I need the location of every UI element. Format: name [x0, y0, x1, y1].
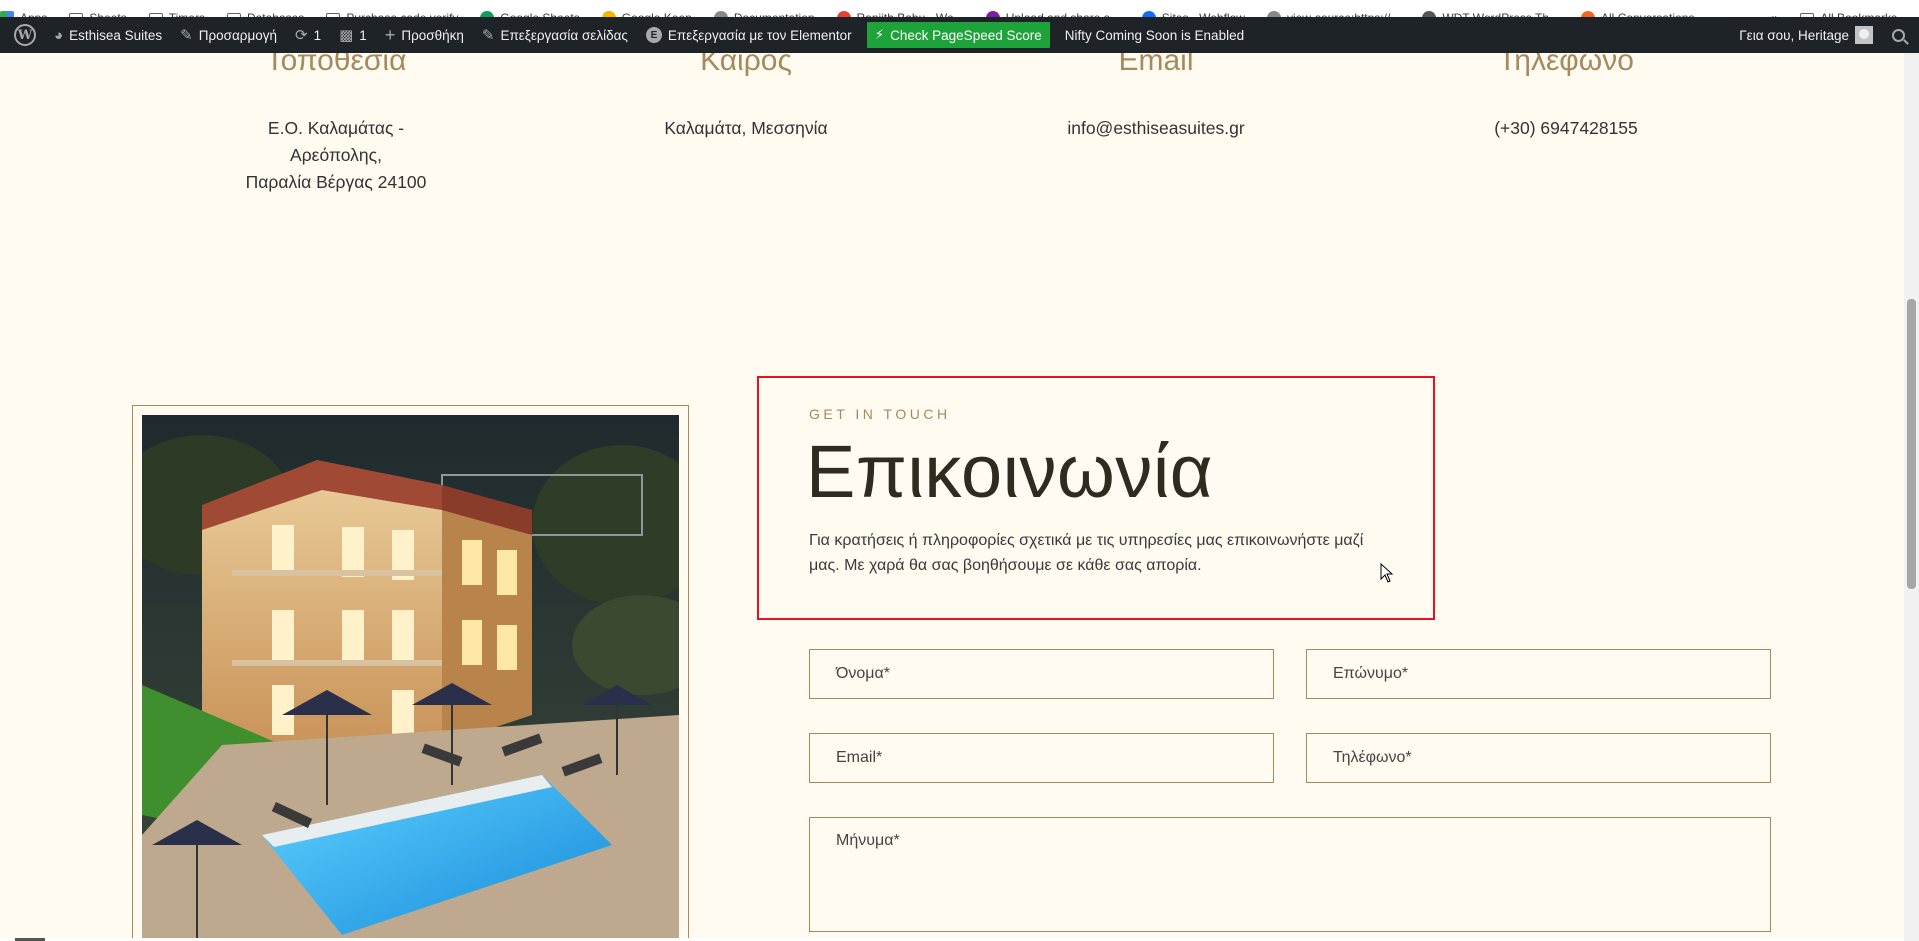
- info-line: Καλαμάτα, Μεσσηνία: [664, 118, 828, 138]
- info-title: Καιρός: [700, 53, 792, 77]
- info-title: Τοποθεσία: [265, 53, 407, 77]
- wordpress-menu[interactable]: W: [0, 17, 45, 53]
- bookmarks-bar: AppsSheetsTimersDatabasesPurchase code v…: [0, 0, 1919, 17]
- edit-page-label: Επεξεργασία σελίδας: [500, 27, 628, 43]
- email-field[interactable]: Email*: [809, 733, 1274, 783]
- email-placeholder: Email*: [836, 749, 883, 766]
- phone-placeholder: Τηλέφωνο*: [1333, 749, 1412, 766]
- message-placeholder: Μήνυμα*: [836, 832, 900, 849]
- phone-field[interactable]: Τηλέφωνο*: [1306, 733, 1771, 783]
- page-scrollbar[interactable]: [1904, 53, 1919, 941]
- last-name-field[interactable]: Επώνυμο*: [1306, 649, 1771, 699]
- pagespeed-button[interactable]: ⚡ Check PageSpeed Score: [866, 22, 1050, 48]
- new-content-link[interactable]: + Προσθήκη: [376, 17, 473, 53]
- greeting-label: Γεια σου, Heritage: [1739, 27, 1849, 43]
- lightning-icon: ⚡: [874, 27, 885, 42]
- last-name-placeholder: Επώνυμο*: [1333, 665, 1409, 682]
- customize-label: Προσαρμογή: [198, 27, 278, 43]
- comments-count: 1: [359, 27, 367, 43]
- info-weather: Καιρός Καλαμάτα, Μεσσηνία: [596, 53, 896, 142]
- edit-elementor-label: Επεξεργασία με τον Elementor: [667, 27, 852, 43]
- section-heading: Επικοινωνία: [806, 430, 1214, 513]
- nifty-status-label: Nifty Coming Soon is Enabled: [1064, 27, 1245, 43]
- hotel-night-photo: [142, 415, 679, 941]
- info-line: Αρεόπολης,: [290, 145, 382, 165]
- section-description: Για κρατήσεις ή πληροφορίες σχετικά με τ…: [809, 532, 1364, 574]
- avatar: [1855, 26, 1873, 44]
- comment-bubble-icon: ▩: [339, 26, 354, 44]
- pagespeed-label: Check PageSpeed Score: [890, 27, 1042, 43]
- info-location: Τοποθεσία Ε.Ο. Καλαμάτας - Αρεόπολης, Πα…: [186, 53, 486, 196]
- info-line: Παραλία Βέργας 24100: [245, 172, 427, 192]
- comments-link[interactable]: ▩ 1: [330, 17, 376, 53]
- pencil-icon: ✎: [481, 26, 495, 44]
- section-eyebrow: GET IN TOUCH: [809, 406, 951, 422]
- wp-admin-bar: W ◕ Esthisea Suites ✎ Προσαρμογή ⟳ 1 ▩ 1…: [0, 17, 1919, 53]
- site-name-label: Esthisea Suites: [69, 27, 163, 43]
- info-email: Email info@esthiseasuites.gr: [1006, 53, 1306, 142]
- nifty-status-link[interactable]: Nifty Coming Soon is Enabled: [1056, 17, 1253, 53]
- search-icon[interactable]: [1892, 28, 1905, 42]
- account-menu[interactable]: Γεια σου, Heritage: [1730, 17, 1882, 53]
- first-name-placeholder: Όνομα*: [836, 665, 890, 682]
- plus-icon: +: [384, 25, 396, 45]
- info-email-link[interactable]: info@esthiseasuites.gr: [1006, 115, 1306, 142]
- info-phone-link[interactable]: (+30) 6947428155: [1416, 115, 1716, 142]
- dashboard-icon: ◕: [54, 26, 64, 44]
- info-line: Ε.Ο. Καλαμάτας -: [267, 118, 405, 138]
- info-title: Τηλέφωνο: [1498, 53, 1634, 77]
- info-phone: Τηλέφωνο (+30) 6947428155: [1416, 53, 1716, 142]
- message-field[interactable]: Μήνυμα*: [809, 817, 1771, 932]
- info-title: Email: [1118, 53, 1194, 77]
- first-name-field[interactable]: Όνομα*: [809, 649, 1274, 699]
- scrollbar-thumb[interactable]: [1907, 299, 1916, 589]
- updates-link[interactable]: ⟳ 1: [286, 17, 330, 53]
- new-content-label: Προσθήκη: [401, 27, 464, 43]
- site-name-link[interactable]: ◕ Esthisea Suites: [45, 17, 171, 53]
- updates-count: 1: [313, 27, 322, 43]
- edit-page-link[interactable]: ✎ Επεξεργασία σελίδας: [473, 17, 637, 53]
- customize-link[interactable]: ✎ Προσαρμογή: [171, 17, 286, 53]
- wordpress-logo-icon: W: [14, 24, 36, 46]
- elementor-icon: E: [645, 27, 662, 43]
- edit-elementor-link[interactable]: E Επεξεργασία με τον Elementor: [637, 17, 861, 53]
- refresh-icon: ⟳: [295, 26, 308, 44]
- brush-icon: ✎: [180, 26, 193, 44]
